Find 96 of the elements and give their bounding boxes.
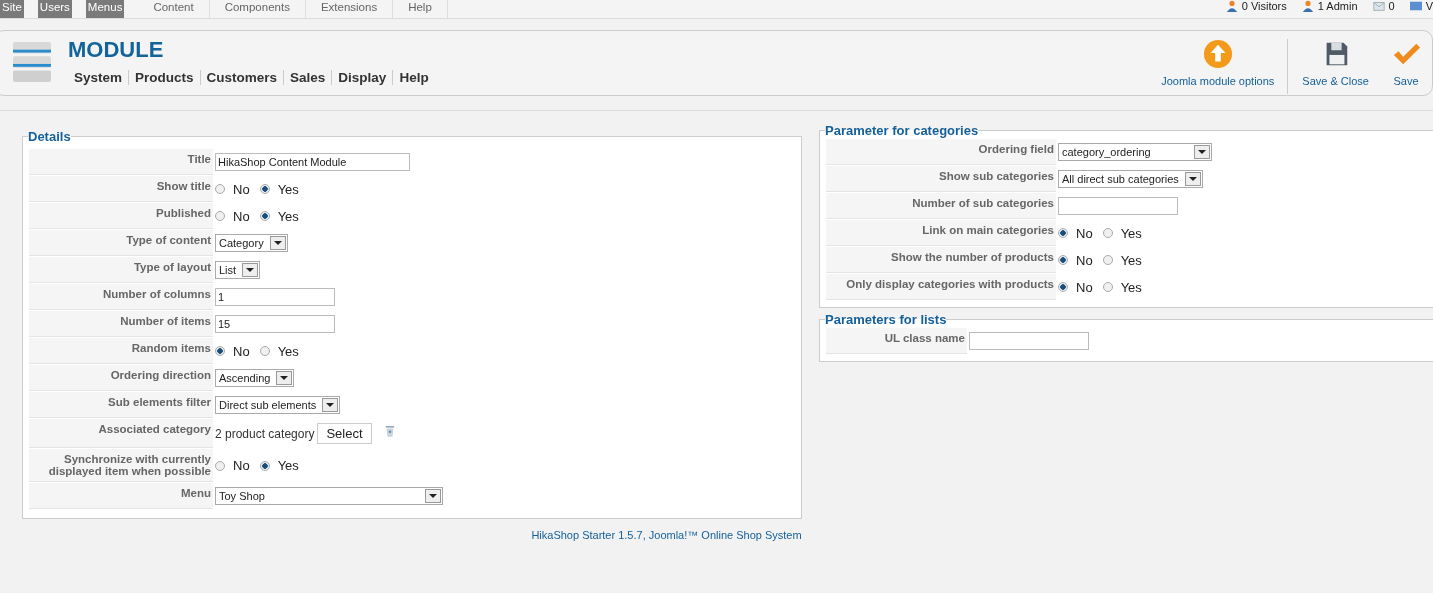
field-label: Title [29,149,213,175]
dropdown[interactable]: Toy Shop [215,487,443,505]
monitor-icon [1408,0,1423,12]
radio-button[interactable] [1058,282,1068,292]
field-label: Number of sub categories [826,193,1056,219]
menu-item[interactable]: Components [209,0,306,18]
caret-icon [429,494,437,498]
field-label: Type of layout [29,257,213,283]
status-text: V [1425,0,1433,12]
radio-button[interactable] [1102,228,1113,238]
toolbar-button[interactable]: Save [1380,39,1432,87]
toolbar-button[interactable]: Save & Close [1287,39,1380,94]
status-text: 0 [1388,0,1395,12]
select-button[interactable]: Select [317,423,372,444]
toolbar-button[interactable]: Joomla module options [1150,39,1286,87]
radio-button[interactable] [259,184,270,194]
radio-button[interactable] [259,460,270,471]
radio-label: No [233,208,250,224]
status-text: 0 Visitors [1241,0,1287,12]
field-label: Number of items [29,311,213,337]
dropdown[interactable]: Ascending [215,369,295,387]
field-label: Associated category [29,419,213,448]
category-text: 2 product category [215,426,315,441]
caret-icon [246,268,255,272]
footer-link[interactable]: HikaShop Starter 1.5.7, Joomla!™ Online Shop System [531,529,802,541]
text-field[interactable]: HikaShop Content Module [215,153,410,171]
message-icon [1371,0,1386,12]
radio-button[interactable] [259,346,270,356]
radio-button[interactable] [1102,282,1113,292]
section-title: Details [28,129,71,144]
user-icon [1224,0,1239,12]
field-label: Type of content [29,230,213,256]
field-label: UL class name [826,328,967,354]
text-field[interactable] [1058,197,1178,215]
radio-label: Yes [1120,252,1142,268]
radio-label: Yes [277,181,299,197]
text-field[interactable] [969,332,1089,350]
section-title: Parameters for lists [825,312,947,327]
status-text: 1 Admin [1317,0,1358,12]
field-label: Menu [29,483,213,509]
field-label: Synchronize with currently displayed item when possible [29,449,213,482]
radio-label: No [233,458,250,473]
nav-link[interactable]: Display [331,70,393,85]
radio-label: Yes [1120,279,1142,295]
radio-label: Yes [277,458,299,473]
field-label: Published [29,203,213,229]
radio-button[interactable] [1058,228,1068,238]
radio-button[interactable] [259,211,270,221]
radio-label: No [1076,252,1093,268]
radio-label: No [233,181,250,197]
field-label: Show the number of products [826,247,1056,273]
radio-label: Yes [277,208,299,224]
dropdown[interactable]: List [215,261,261,279]
section-title: Parameter for categories [825,123,979,138]
radio-label: Yes [277,343,299,359]
radio-label: No [1076,279,1093,295]
radio-button[interactable] [215,460,225,471]
radio-label: No [233,343,250,359]
dropdown[interactable]: Direct sub elements [215,396,341,414]
nav-link[interactable]: System [74,70,129,85]
nav-link[interactable]: Sales [283,70,332,85]
caret-icon [1188,177,1197,181]
menu-item[interactable]: Content [138,0,210,18]
caret-icon [326,403,335,407]
caret-icon [273,241,282,245]
field-label: Show sub categories [826,166,1056,192]
menu-item[interactable]: Extensions [305,0,394,18]
user-icon [1300,0,1315,12]
radio-button[interactable] [215,211,225,221]
dropdown[interactable]: category_ordering [1058,143,1212,161]
menu-item[interactable]: Help [393,0,448,18]
field-label: Link on main categories [826,220,1056,246]
dropdown[interactable]: Category [215,234,288,252]
field-label: Sub elements filter [29,392,213,418]
text-field[interactable]: 1 [215,288,335,306]
field-label: Show title [29,176,213,202]
field-label: Random items [29,338,213,364]
page-title: MODULE [68,37,165,63]
radio-button[interactable] [1102,255,1113,265]
nav-link[interactable]: Products [128,70,200,85]
caret-icon [280,376,289,380]
radio-button[interactable] [1058,255,1068,265]
radio-button[interactable] [215,184,225,194]
caret-icon [1198,150,1206,154]
field-label: Number of columns [29,284,213,310]
radio-label: Yes [1120,225,1142,241]
dropdown[interactable]: All direct sub categories [1058,170,1203,188]
trash-icon[interactable] [384,423,395,439]
radio-label: No [1076,225,1093,241]
field-label: Ordering direction [29,365,213,391]
field-label: Ordering field [826,139,1056,165]
radio-button[interactable] [215,346,225,356]
nav-link[interactable]: Help [392,70,435,85]
nav-link[interactable]: Customers [199,70,284,85]
field-label: Only display categories with products [826,274,1056,300]
text-field[interactable]: 15 [215,315,335,333]
